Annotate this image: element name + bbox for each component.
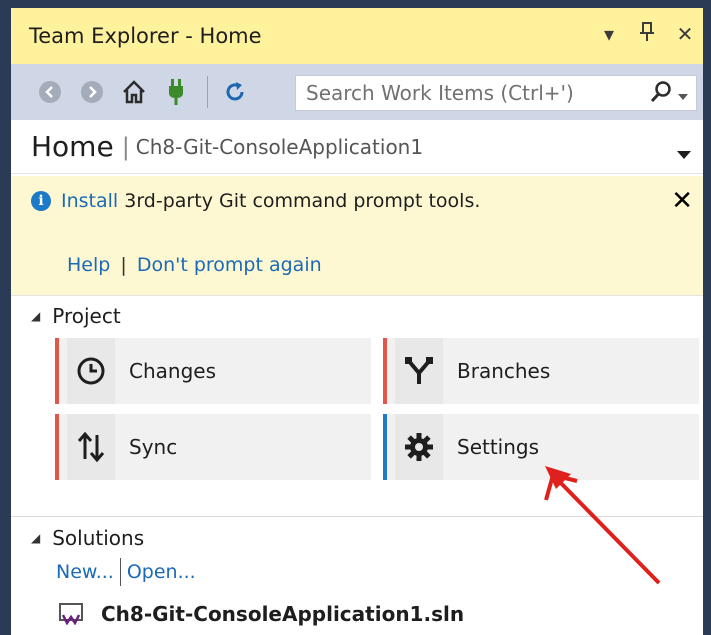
section-divider <box>11 516 703 517</box>
gear-icon <box>395 414 443 480</box>
search-icon <box>650 80 672 108</box>
refresh-icon[interactable] <box>220 77 250 107</box>
project-section-title: Project <box>52 304 121 328</box>
info-notice: i Install 3rd-party Git command prompt t… <box>11 176 703 296</box>
toolbar <box>11 64 703 120</box>
tile-settings[interactable]: Settings <box>383 414 699 480</box>
info-icon: i <box>31 191 51 211</box>
solution-file-name: Ch8-Git-ConsoleApplication1.sln <box>101 602 465 626</box>
install-link[interactable]: Install <box>61 190 118 212</box>
team-explorer-window: Team Explorer - Home ▾ ✕ Search Work Ite… <box>8 8 703 635</box>
tile-label: Sync <box>129 435 178 459</box>
toolbar-separator <box>207 76 208 108</box>
solution-file-item[interactable]: Ch8-Git-ConsoleApplication1.sln <box>59 602 464 626</box>
search-box <box>295 75 697 111</box>
project-name: Ch8-Git-ConsoleApplication1 <box>135 134 424 159</box>
link-separator <box>119 558 121 586</box>
new-solution-link[interactable]: New... <box>56 561 114 583</box>
window-controls: ▾ ✕ <box>599 22 695 47</box>
tile-branches[interactable]: Branches <box>383 338 699 404</box>
tile-label: Branches <box>457 359 551 383</box>
tile-label: Changes <box>129 359 216 383</box>
forward-icon[interactable] <box>77 77 107 107</box>
solutions-section-title: Solutions <box>52 526 145 550</box>
vs-solution-icon <box>59 603 83 626</box>
notice-message: i Install 3rd-party Git command prompt t… <box>31 190 480 212</box>
search-input[interactable] <box>306 81 636 105</box>
search-dropdown-icon[interactable] <box>678 85 688 104</box>
tile-changes[interactable]: Changes <box>55 338 371 404</box>
notice-close-icon[interactable]: ✕ <box>671 186 693 216</box>
home-icon[interactable] <box>119 77 149 107</box>
open-solution-link[interactable]: Open... <box>127 561 196 583</box>
notice-actions-separator: | <box>120 254 127 276</box>
window-title: Team Explorer - Home <box>29 24 262 48</box>
collapse-triangle-icon[interactable]: ◢ <box>31 309 40 323</box>
tile-sync[interactable]: Sync <box>55 414 371 480</box>
notice-actions: Help | Don't prompt again <box>67 254 322 276</box>
project-section-header[interactable]: ◢ Project <box>31 304 121 328</box>
dont-prompt-link[interactable]: Don't prompt again <box>137 254 322 276</box>
page-dropdown-icon[interactable] <box>677 144 691 163</box>
close-icon[interactable]: ✕ <box>675 22 695 47</box>
connect-plug-icon[interactable] <box>161 77 191 107</box>
solution-actions: New... Open... <box>56 558 196 586</box>
collapse-triangle-icon[interactable]: ◢ <box>31 531 40 545</box>
solutions-section-header[interactable]: ◢ Solutions <box>31 526 144 550</box>
header-separator: | <box>121 132 130 161</box>
page-title[interactable]: Home <box>31 130 114 163</box>
back-icon[interactable] <box>35 77 65 107</box>
help-link[interactable]: Help <box>67 254 110 276</box>
pin-icon[interactable] <box>637 22 657 47</box>
notice-text: 3rd-party Git command prompt tools. <box>118 190 481 212</box>
clock-icon <box>67 338 115 404</box>
page-header: Home | Ch8-Git-ConsoleApplication1 <box>11 120 703 174</box>
tile-label: Settings <box>457 435 540 459</box>
search-button[interactable] <box>650 80 688 108</box>
title-bar: Team Explorer - Home ▾ ✕ <box>11 8 703 64</box>
sync-arrows-icon <box>67 414 115 480</box>
branch-icon <box>395 338 443 404</box>
dropdown-arrow-icon[interactable]: ▾ <box>599 22 619 47</box>
